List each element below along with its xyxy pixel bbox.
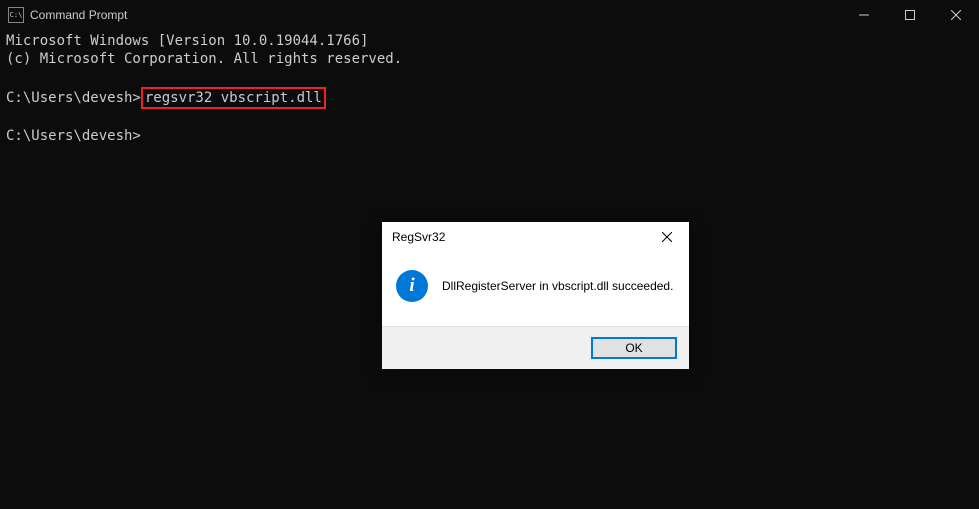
highlighted-command: regsvr32 vbscript.dll [141,87,326,109]
close-button[interactable] [933,0,979,30]
window-title: Command Prompt [30,8,841,22]
maximize-button[interactable] [887,0,933,30]
info-icon: i [396,270,428,302]
minimize-button[interactable] [841,0,887,30]
terminal-prompt: C:\Users\devesh> [6,128,141,144]
cmd-icon: C:\ [8,7,24,23]
ok-button[interactable]: OK [591,337,677,359]
dialog-close-button[interactable] [645,222,689,252]
dialog-title: RegSvr32 [392,230,645,244]
info-icon-glyph: i [409,275,414,297]
maximize-icon [905,10,915,20]
dialog-message: DllRegisterServer in vbscript.dll succee… [442,279,673,293]
dialog-footer: OK [382,326,689,369]
close-icon [951,10,961,20]
window-titlebar: C:\ Command Prompt [0,0,979,30]
dialog-body: i DllRegisterServer in vbscript.dll succ… [382,252,689,326]
terminal-line: (c) Microsoft Corporation. All rights re… [6,51,402,67]
regsvr32-dialog: RegSvr32 i DllRegisterServer in vbscript… [382,222,689,369]
window-controls [841,0,979,30]
close-icon [662,232,672,242]
terminal-output[interactable]: Microsoft Windows [Version 10.0.19044.17… [0,30,979,147]
dialog-titlebar: RegSvr32 [382,222,689,252]
minimize-icon [859,10,869,20]
terminal-prompt: C:\Users\devesh> [6,90,141,106]
terminal-line: Microsoft Windows [Version 10.0.19044.17… [6,33,368,49]
